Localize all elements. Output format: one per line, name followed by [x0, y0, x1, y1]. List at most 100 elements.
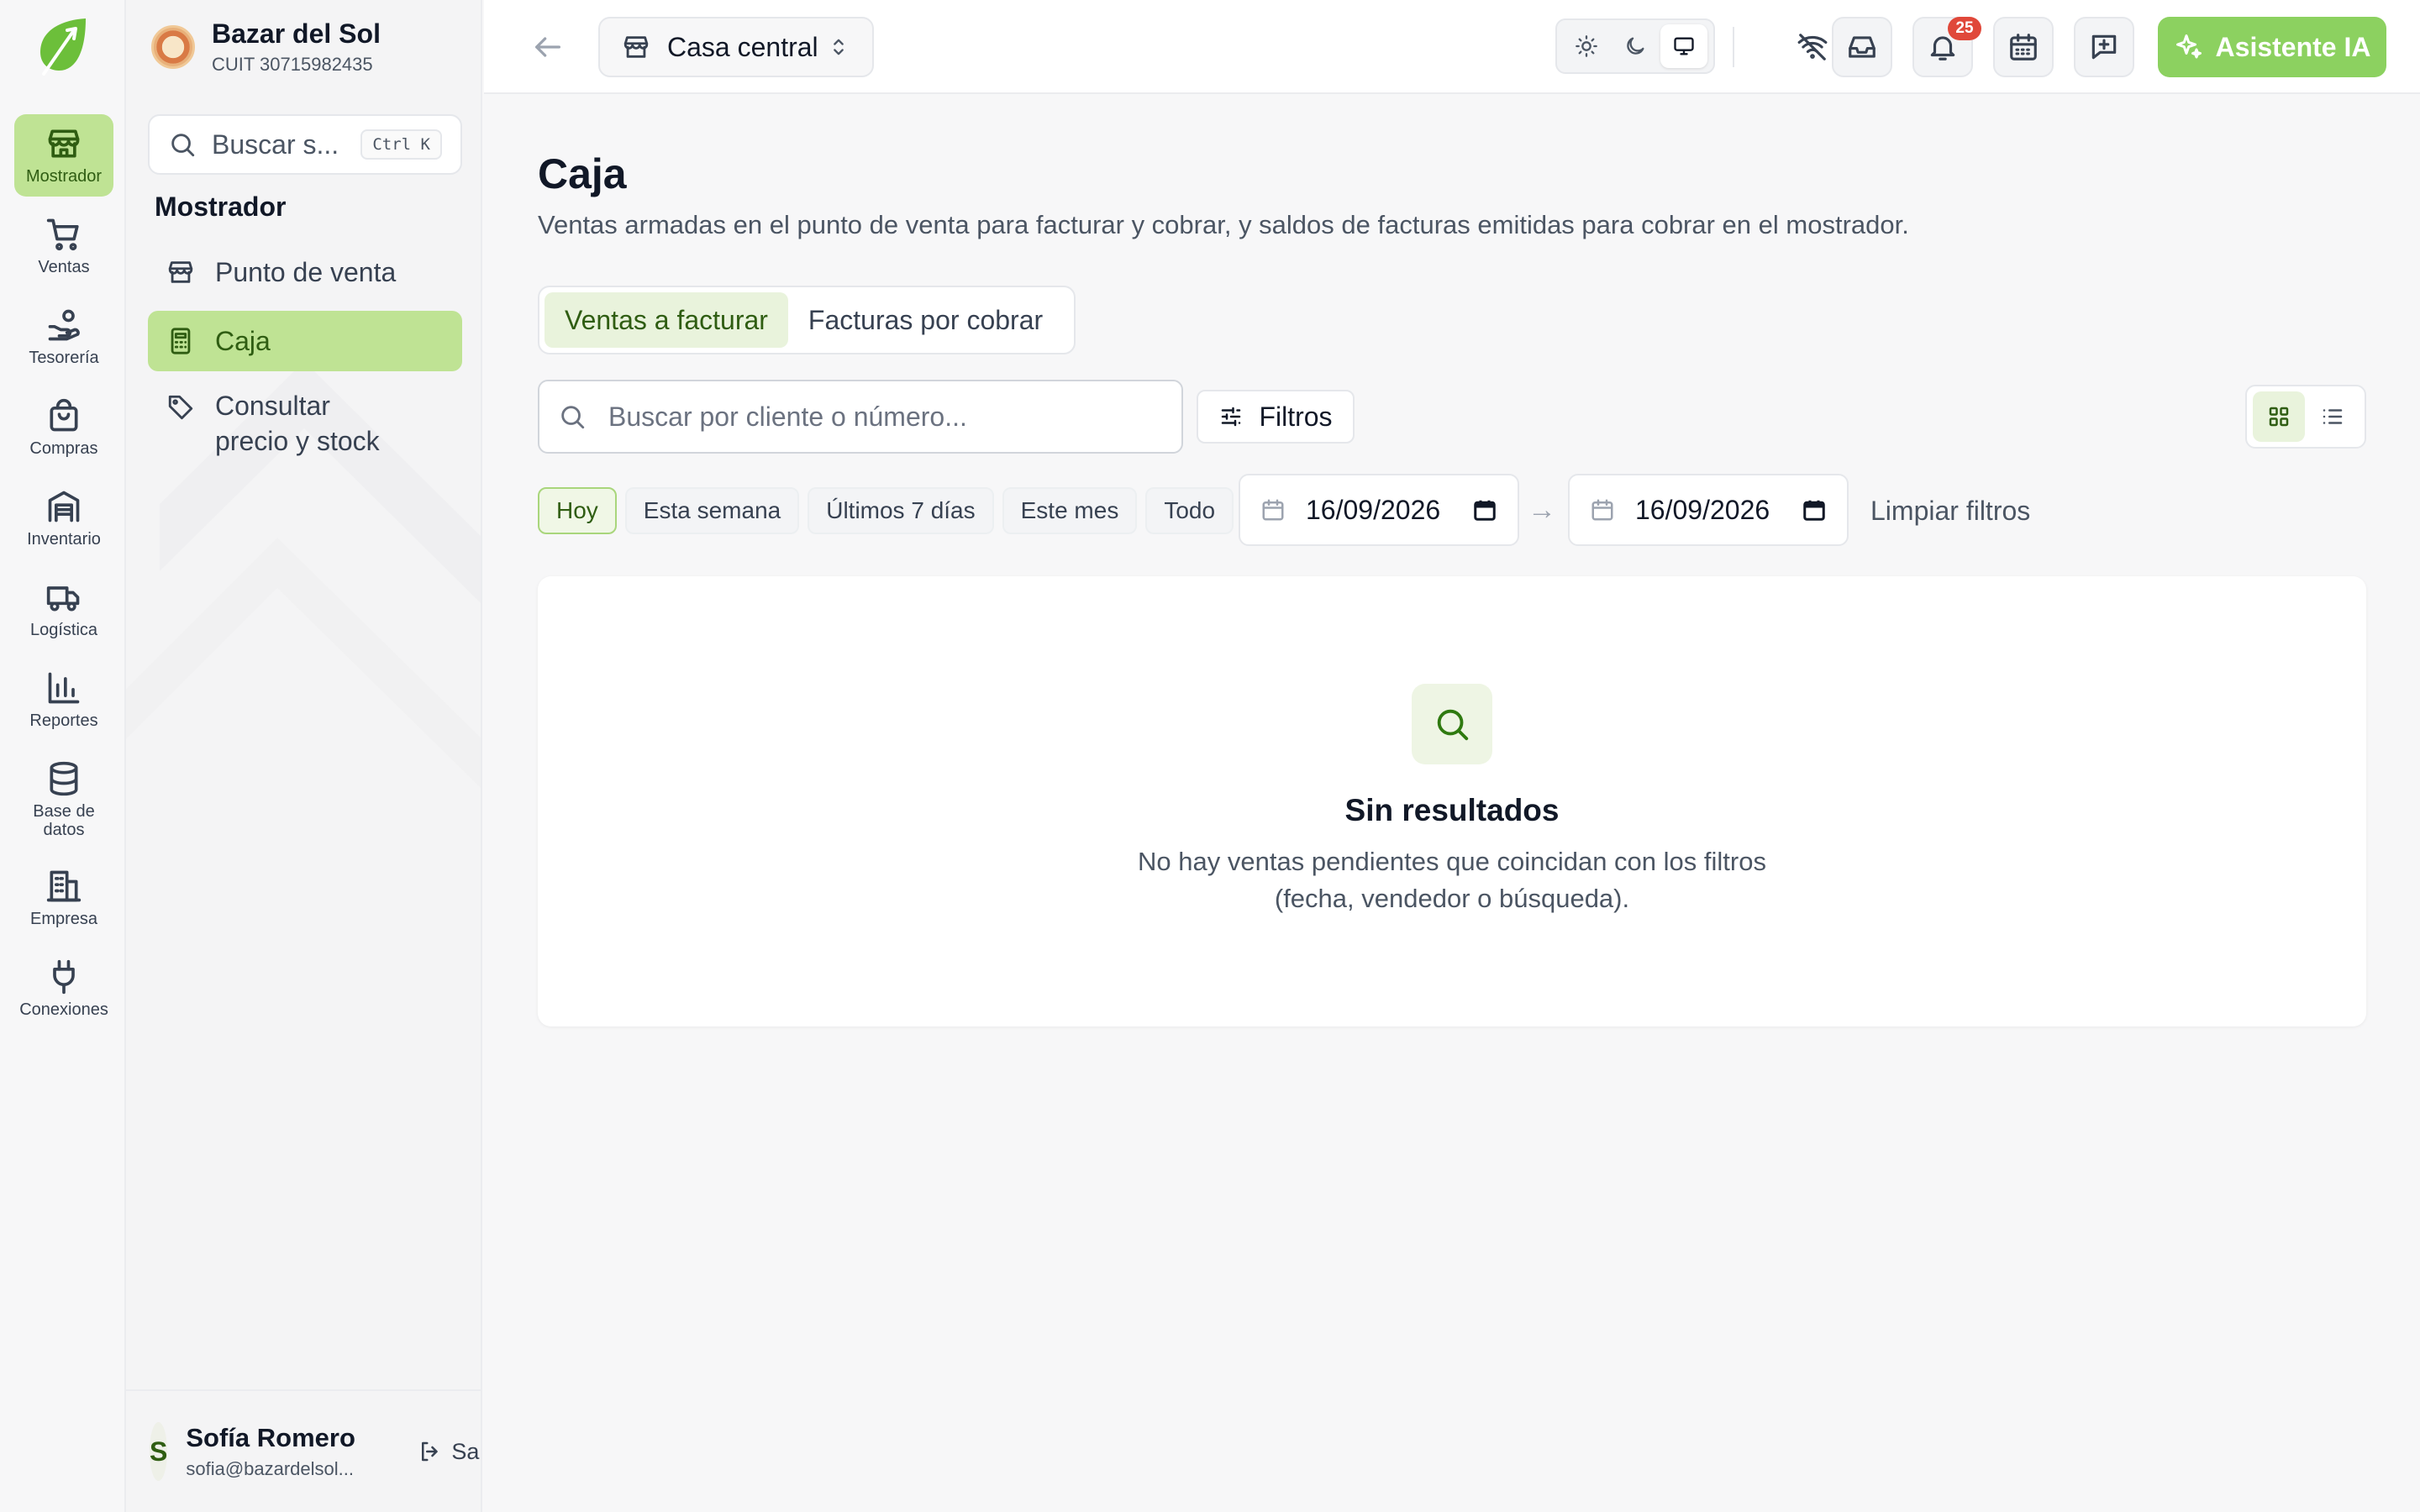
- filters-button[interactable]: Filtros: [1197, 390, 1355, 444]
- company-cuit: CUIT 30715982435: [212, 54, 373, 75]
- theme-system-button[interactable]: [1660, 24, 1707, 68]
- sun-icon: [1576, 35, 1597, 57]
- shortcut-hint: Ctrl K: [360, 129, 442, 160]
- date-range-arrow: →: [1528, 494, 1556, 526]
- list-view-button[interactable]: [2307, 391, 2359, 442]
- company-name: Bazar del Sol: [212, 18, 381, 49]
- icon-rail: Mostrador Ventas Tesorería Compras Inven…: [0, 0, 126, 1512]
- search-input[interactable]: Buscar por cliente o número...: [538, 380, 1183, 454]
- date-from-input[interactable]: 16/09/2026: [1239, 474, 1519, 546]
- rail-item-base-de-datos[interactable]: Base de datos: [14, 749, 113, 850]
- toolbar-divider: [1733, 27, 1734, 67]
- grid-icon: [2269, 407, 2289, 427]
- chip-todo[interactable]: Todo: [1145, 487, 1234, 534]
- logout-icon: [422, 1441, 439, 1462]
- sparkles-icon: [2175, 34, 2202, 59]
- rail-item-tesoreria[interactable]: Tesorería: [14, 296, 113, 378]
- logout-label: Salir: [451, 1438, 481, 1464]
- empty-state-description: No hay ventas pendientes que coincidan c…: [1138, 847, 1766, 913]
- new-message-button[interactable]: [2074, 17, 2134, 77]
- chip-hoy[interactable]: Hoy: [538, 487, 617, 534]
- message-plus-icon: [2091, 34, 2117, 60]
- sidebar-item-caja[interactable]: Caja: [148, 311, 462, 371]
- sidebar-item-punto-de-venta[interactable]: Punto de venta: [148, 242, 462, 302]
- rail-item-empresa[interactable]: Empresa: [14, 857, 113, 939]
- view-toggle: [2245, 385, 2366, 449]
- theme-dark-button[interactable]: [1612, 24, 1659, 68]
- store-icon: [168, 261, 193, 283]
- tag-icon: [168, 395, 193, 420]
- cart-icon: [46, 218, 79, 251]
- moon-icon: [1627, 37, 1644, 55]
- calendar-icon: [2010, 34, 2037, 60]
- notification-badge: 25: [1948, 17, 1981, 40]
- sidebar-search[interactable]: Buscar s... Ctrl K: [148, 114, 462, 175]
- rail-item-compras[interactable]: Compras: [14, 386, 113, 469]
- shopping-bag-icon: [50, 398, 78, 432]
- tab-facturas-por-cobrar[interactable]: Facturas por cobrar: [788, 292, 1063, 348]
- rail-label: Conexiones: [19, 1000, 108, 1019]
- date-picker-icon[interactable]: [1802, 497, 1827, 522]
- notifications-button[interactable]: 25: [1912, 17, 1981, 77]
- calculator-icon: [171, 328, 191, 354]
- user-name: Sofía Romero: [186, 1423, 355, 1452]
- grid-view-button[interactable]: [2253, 391, 2305, 442]
- ai-assistant-button[interactable]: Asistente IA: [2158, 17, 2386, 77]
- date-picker-icon[interactable]: [1472, 497, 1497, 522]
- theme-light-button[interactable]: [1563, 24, 1610, 68]
- avatar[interactable]: S: [150, 1422, 168, 1481]
- rail-label: Ventas: [38, 258, 90, 276]
- calendar-icon: [1262, 499, 1284, 521]
- rail-item-mostrador[interactable]: Mostrador: [14, 114, 113, 197]
- warehouse-icon: [48, 491, 80, 522]
- bar-chart-icon: [48, 672, 80, 704]
- building-icon: [46, 870, 82, 902]
- inbox-button[interactable]: [1832, 17, 1892, 77]
- logout-button[interactable]: Salir: [418, 1438, 481, 1465]
- database-icon: [50, 761, 78, 796]
- date-from-value: 16/09/2026: [1306, 494, 1441, 525]
- inbox-icon: [1849, 36, 1876, 58]
- date-to-input[interactable]: 16/09/2026: [1568, 474, 1849, 546]
- monitor-icon: [1674, 37, 1694, 55]
- branch-selector[interactable]: Casa central: [598, 17, 874, 77]
- calendar-button[interactable]: [1993, 17, 2054, 77]
- empty-state-card: Sin resultados No hay ventas pendientes …: [538, 576, 2366, 1026]
- main-content: Caja Ventas armadas en el punto de venta…: [484, 96, 2420, 1512]
- chip-ultimos-7-dias[interactable]: Últimos 7 días: [808, 487, 994, 534]
- back-arrow-icon[interactable]: [531, 30, 565, 64]
- rail-label: Reportes: [29, 711, 98, 730]
- rail-item-ventas[interactable]: Ventas: [14, 205, 113, 287]
- user-email: sofia@bazardelsol...: [186, 1458, 354, 1479]
- truck-icon: [46, 586, 80, 612]
- clear-filters-link[interactable]: Limpiar filtros: [1870, 496, 2030, 527]
- chevron-up-down-icon: [834, 39, 844, 55]
- rail-label: Logística: [29, 621, 98, 639]
- company-switcher[interactable]: Bazar del Sol CUIT 30715982435: [151, 18, 381, 76]
- top-bar: Casa central 25 Asistente IA: [484, 0, 2420, 94]
- tab-ventas-a-facturar[interactable]: Ventas a facturar: [544, 292, 788, 348]
- search-icon: [561, 406, 585, 429]
- store-icon: [623, 36, 649, 58]
- filters-label: Filtros: [1259, 401, 1333, 432]
- list-icon: [2323, 409, 2343, 424]
- rail-item-conexiones[interactable]: Conexiones: [14, 948, 113, 1030]
- user-panel: S Sofía Romero sofia@bazardelsol... Sali…: [126, 1389, 481, 1512]
- rail-item-logistica[interactable]: Logística: [14, 568, 113, 650]
- page-title: Caja: [538, 150, 627, 197]
- chip-este-mes[interactable]: Este mes: [1002, 487, 1138, 534]
- chip-esta-semana[interactable]: Esta semana: [624, 487, 800, 534]
- sidebar-item-consultar-precio[interactable]: Consultar precio y stock: [148, 380, 462, 464]
- date-to-value: 16/09/2026: [1635, 494, 1770, 525]
- rail-item-reportes[interactable]: Reportes: [14, 659, 113, 741]
- rail-label: Mostrador: [25, 167, 103, 186]
- app-logo-icon[interactable]: [34, 15, 92, 77]
- rail-label: Base de datos: [33, 802, 95, 839]
- company-logo: [151, 25, 195, 69]
- page-description: Ventas armadas en el punto de venta para…: [538, 210, 1909, 239]
- rail-item-inventario[interactable]: Inventario: [14, 477, 113, 559]
- wifi-off-icon: [1797, 34, 1828, 60]
- sidebar-section-title: Mostrador: [155, 192, 287, 222]
- theme-switcher: [1555, 18, 1715, 74]
- sidebar-item-label: Caja: [215, 325, 271, 356]
